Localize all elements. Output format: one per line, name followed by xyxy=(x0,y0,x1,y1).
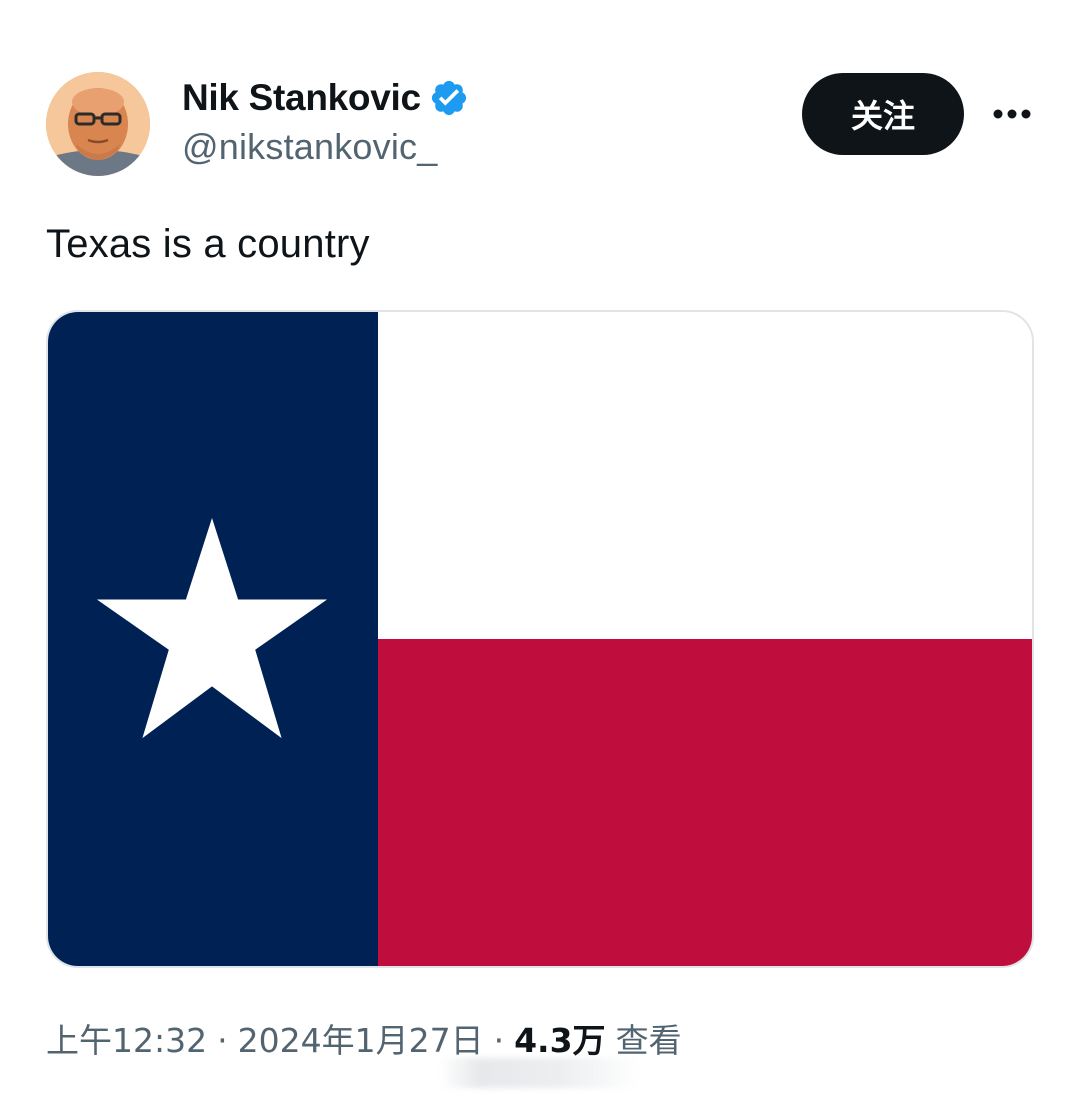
author-avatar[interactable] xyxy=(46,72,150,176)
blurred-watermark xyxy=(440,1058,640,1088)
more-horizontal-icon xyxy=(993,109,1031,119)
tweet-card: Nik Stankovic @nikstankovic_ 关注 Texas is… xyxy=(0,0,1080,1096)
tweet-media-image[interactable] xyxy=(46,310,1034,968)
follow-button[interactable]: 关注 xyxy=(802,73,964,155)
avatar-photo xyxy=(46,72,150,176)
tweet-date[interactable]: 2024年1月27日 xyxy=(238,1014,484,1062)
views-count: 4.3万 xyxy=(514,1021,606,1060)
author-name-row: Nik Stankovic xyxy=(182,72,469,124)
texas-flag-image xyxy=(48,312,1032,966)
flag-red-stripe xyxy=(378,639,1032,966)
author-block: Nik Stankovic @nikstankovic_ xyxy=(182,72,469,168)
views-label: 查看 xyxy=(615,1021,682,1060)
tweet-time[interactable]: 上午12:32 xyxy=(46,1014,207,1062)
author-display-name[interactable]: Nik Stankovic xyxy=(182,77,421,119)
flag-white-stripe xyxy=(378,312,1032,639)
author-handle[interactable]: @nikstankovic_ xyxy=(182,126,469,168)
more-options-button[interactable] xyxy=(990,94,1034,134)
tweet-text: Texas is a country xyxy=(46,222,370,266)
meta-separator: · xyxy=(217,1021,228,1060)
verified-badge-icon[interactable] xyxy=(429,78,469,118)
meta-separator: · xyxy=(493,1021,505,1060)
tweet-meta: 上午12:32 · 2024年1月27日 · 4.3万 查看 xyxy=(46,1014,682,1062)
